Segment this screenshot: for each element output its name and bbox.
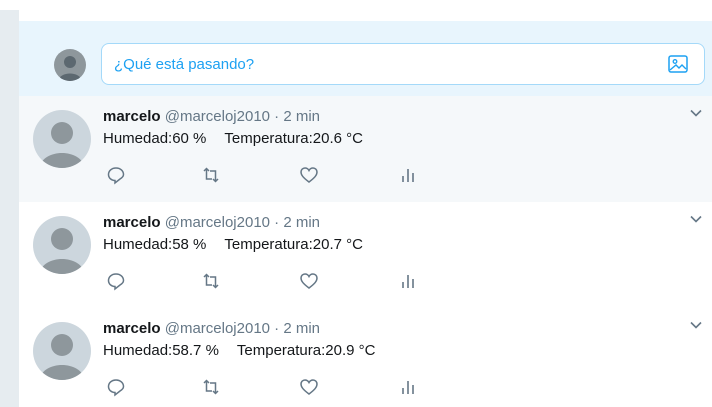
timestamp[interactable]: 2 min (283, 320, 320, 337)
retweet-icon[interactable] (200, 164, 222, 186)
temperature-text: Temperatura:20.7 °C (224, 236, 363, 253)
author-name[interactable]: marcelo (103, 214, 161, 231)
user-avatar[interactable] (54, 49, 86, 81)
avatar[interactable] (33, 110, 91, 168)
chevron-down-icon[interactable] (689, 318, 703, 332)
tweet-text: Humedad:58 % Temperatura:20.7 °C (103, 236, 363, 253)
avatar[interactable] (33, 216, 91, 274)
temperature-text: Temperatura:20.9 °C (236, 342, 376, 359)
reply-icon[interactable] (105, 376, 127, 398)
humidity-text: Humedad:58.7 % (103, 342, 219, 359)
chevron-down-icon[interactable] (689, 212, 703, 226)
tweet-text: Humedad:60 % Temperatura:20.6 °C (103, 130, 363, 147)
avatar[interactable] (33, 322, 91, 380)
temperature-text: Temperatura:20.6 °C (224, 130, 363, 147)
humidity-text: Humedad:58 % (103, 236, 207, 253)
tweet[interactable]: marcelo @marceloj2010 · 2 min Humedad:58… (19, 202, 712, 309)
tweet[interactable]: marcelo @marceloj2010 · 2 min Humedad:60… (19, 96, 712, 203)
separator: · (274, 320, 280, 337)
timestamp[interactable]: 2 min (283, 108, 320, 125)
tweet-composer: ¿Qué está pasando? (19, 21, 712, 106)
tweet-header: marcelo @marceloj2010 · 2 min (103, 108, 320, 125)
compose-input[interactable]: ¿Qué está pasando? (101, 43, 705, 85)
separator: · (274, 108, 280, 125)
reply-icon[interactable] (105, 270, 127, 292)
compose-placeholder: ¿Qué está pasando? (114, 56, 255, 73)
author-name[interactable]: marcelo (103, 320, 161, 337)
author-handle[interactable]: @marceloj2010 (165, 108, 270, 125)
humidity-text: Humedad:60 % (103, 130, 207, 147)
heart-icon[interactable] (298, 164, 320, 186)
tweet-header: marcelo @marceloj2010 · 2 min (103, 214, 320, 231)
tweet-actions (103, 270, 463, 292)
retweet-icon[interactable] (200, 270, 222, 292)
tweet-header: marcelo @marceloj2010 · 2 min (103, 320, 320, 337)
image-icon[interactable] (668, 55, 688, 73)
author-name[interactable]: marcelo (103, 108, 161, 125)
timeline: ¿Qué está pasando? marcelo @marceloj2010… (18, 10, 712, 407)
chevron-down-icon[interactable] (689, 106, 703, 120)
tweet[interactable]: marcelo @marceloj2010 · 2 min Humedad:58… (19, 308, 712, 407)
tweet-actions (103, 164, 463, 186)
author-handle[interactable]: @marceloj2010 (165, 214, 270, 231)
separator: · (274, 214, 280, 231)
tweet-text: Humedad:58.7 % Temperatura:20.9 °C (103, 342, 375, 359)
timestamp[interactable]: 2 min (283, 214, 320, 231)
analytics-icon[interactable] (397, 376, 419, 398)
author-handle[interactable]: @marceloj2010 (165, 320, 270, 337)
analytics-icon[interactable] (397, 164, 419, 186)
retweet-icon[interactable] (200, 376, 222, 398)
reply-icon[interactable] (105, 164, 127, 186)
tweet-actions (103, 376, 463, 398)
analytics-icon[interactable] (397, 270, 419, 292)
heart-icon[interactable] (298, 270, 320, 292)
heart-icon[interactable] (298, 376, 320, 398)
